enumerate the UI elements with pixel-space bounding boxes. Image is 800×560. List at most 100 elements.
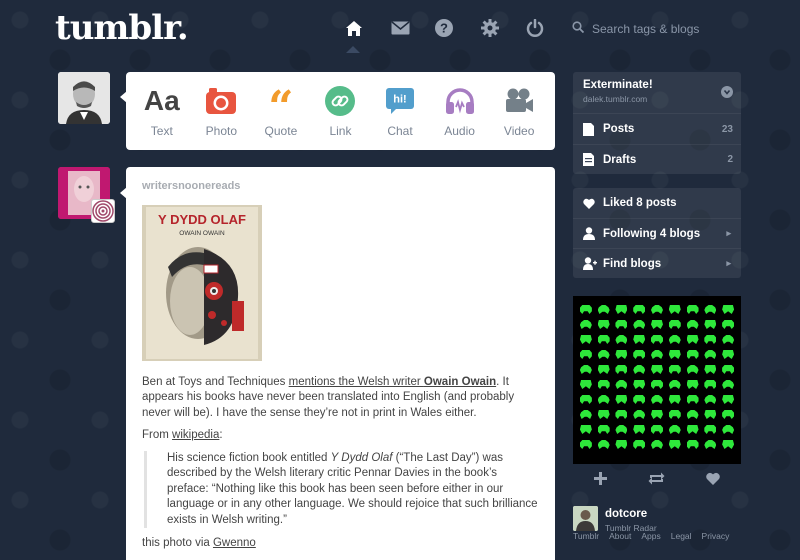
search-input[interactable] [592,22,742,36]
space-invader-sprite [704,320,717,329]
reblog-icon[interactable] [648,472,665,490]
post-type-label: Photo [205,124,238,138]
space-invader-sprite [722,335,735,344]
post-type-photo[interactable]: Photo [193,84,249,138]
like-heart-icon[interactable] [706,472,721,490]
post-via-line: this photo via Gwenno [142,536,539,552]
space-invader-sprite [579,440,592,449]
space-invader-sprite [704,425,717,434]
power-icon[interactable] [523,16,547,40]
space-invader-sprite [650,335,663,344]
post-type-label: Text [150,124,173,138]
headphones-icon [445,84,475,118]
blog-menu-chevron-icon[interactable] [721,85,733,103]
post-type-label: Video [503,124,535,138]
footer-link-about[interactable]: About [609,531,631,541]
space-invader-sprite [704,440,717,449]
plus-icon[interactable] [593,472,607,490]
tumblr-logo[interactable]: tumblr. [55,8,189,48]
add-person-icon [583,257,603,270]
space-invader-sprite [704,350,717,359]
space-invader-sprite [668,395,681,404]
post-type-text[interactable]: Aa Text [134,84,190,138]
space-invader-sprite [633,365,646,374]
post-source-line: From wikipedia: [142,428,539,444]
envelope-icon[interactable] [388,16,412,40]
space-invader-sprite [650,410,663,419]
sidebar-item-posts[interactable]: Posts 23 [573,114,741,144]
sidebar-item-find[interactable]: Find blogs ▸ [573,248,741,278]
space-invader-sprite [579,395,592,404]
mentions-link[interactable]: mentions the Welsh writer Owain Owain [289,376,497,388]
book-cover-image[interactable]: Y DYDD OLAF OWAIN OWAIN [142,204,262,361]
space-invader-sprite [650,305,663,314]
post-type-video[interactable]: Video [491,84,547,138]
space-invader-sprite [686,425,699,434]
home-icon[interactable] [342,16,366,40]
space-invader-sprite [704,365,717,374]
post-author-name[interactable]: writersnoonereads [142,179,539,195]
post-text: Ben at Toys and Techniques [142,375,289,388]
reblog-source-avatar[interactable] [91,199,115,223]
gwenno-link[interactable]: Gwenno [213,537,256,549]
footer-link-tumblr[interactable]: Tumblr [573,531,599,541]
search-icon [572,20,585,38]
space-invader-sprite [722,440,735,449]
radar-author-avatar[interactable] [573,506,598,531]
post-type-audio[interactable]: Audio [432,84,488,138]
svg-text:?: ? [440,21,448,36]
post-type-chat[interactable]: hi! Chat [372,84,428,138]
space-invader-sprite [633,395,646,404]
chat-icon: hi! [385,84,415,118]
footer-link-legal[interactable]: Legal [671,531,692,541]
blog-title: Exterminate! [583,79,653,91]
sidebar-item-liked[interactable]: Liked 8 posts [573,188,741,218]
space-invader-sprite [704,410,717,419]
space-invader-sprite [597,425,610,434]
space-invader-sprite [597,320,610,329]
footer-link-apps[interactable]: Apps [641,531,660,541]
radar-image[interactable] [573,296,741,464]
book-title-text: Y DYDD OLAF [158,212,246,227]
space-invader-sprite [650,350,663,359]
post-type-link[interactable]: Link [312,84,368,138]
from-label: From [142,429,173,441]
activity-panel: Liked 8 posts Following 4 blogs ▸ Find b… [573,188,741,278]
heart-icon [583,198,603,209]
space-invader-sprite [650,425,663,434]
space-invader-sprite [633,380,646,389]
space-invader-sprite [597,395,610,404]
sidebar-item-label: Drafts [603,153,637,166]
user-avatar[interactable] [58,72,110,124]
space-invader-sprite [686,305,699,314]
post-type-quote[interactable]: “ Quote [253,84,309,139]
wikipedia-link[interactable]: wikipedia [172,429,219,441]
quote-book-title: Y Dydd Olaf [330,451,393,464]
sidebar-item-label: Liked 8 posts [603,197,677,209]
space-invader-sprite [597,410,610,419]
search-box[interactable] [572,14,752,44]
space-invader-sprite [597,350,610,359]
sidebar-item-following[interactable]: Following 4 blogs ▸ [573,218,741,248]
help-icon[interactable]: ? [432,16,456,40]
via-label: this photo via [142,537,213,549]
space-invader-sprite [597,365,610,374]
camera-icon [205,84,237,118]
sidebar-item-label: Following 4 blogs [603,227,701,240]
space-invader-sprite [686,380,699,389]
sidebar-item-drafts[interactable]: Drafts 2 [573,144,741,174]
blog-header[interactable]: Exterminate! dalek.tumblr.com [573,72,741,114]
space-invader-sprite [704,305,717,314]
link-icon [325,84,356,118]
footer-link-privacy[interactable]: Privacy [702,531,730,541]
space-invader-sprite [668,335,681,344]
space-invader-sprite [633,320,646,329]
sidebar-item-label: Find blogs [603,257,662,270]
footer-links: Tumblr About Apps Legal Privacy [573,531,729,541]
space-invader-sprite [597,440,610,449]
space-invader-sprite [650,440,663,449]
gear-icon[interactable] [478,16,502,40]
post-type-label: Chat [387,124,413,138]
radar-author-name[interactable]: dotcore [605,508,647,520]
space-invader-sprite [686,350,699,359]
